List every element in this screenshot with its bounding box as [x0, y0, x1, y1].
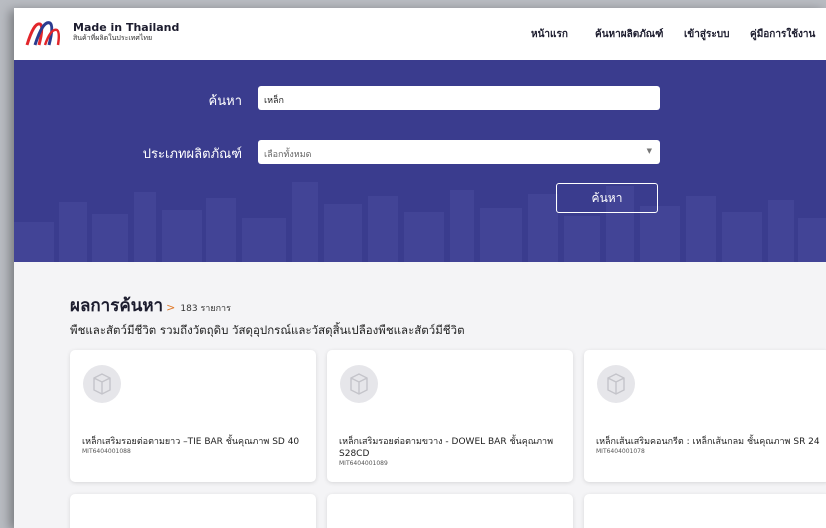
- keyword-input[interactable]: เหล็ก: [258, 86, 660, 110]
- keyword-label: ค้นหา: [208, 94, 242, 109]
- results-title: ผลการค้นหา: [70, 296, 164, 316]
- nav-home[interactable]: หน้าแรก: [531, 27, 568, 42]
- product-type-select[interactable]: เลือกทั้งหมด ▼: [258, 140, 660, 164]
- product-placeholder-icon: [83, 365, 121, 403]
- results-section: ผลการค้นหา > 183 รายการ พืชและสัตว์มีชีวิ…: [14, 262, 826, 528]
- product-placeholder-icon: [597, 365, 635, 403]
- product-card-text: เหล็กเสริมรอยต่อตามยาว –TIE BAR ชั้นคุณภ…: [82, 436, 308, 456]
- brand-text: Made in Thailand สินค้าที่ผลิตในประเทศไท…: [73, 22, 179, 43]
- nav-user-manual[interactable]: คู่มือการใช้งาน: [750, 27, 815, 42]
- search-hero: ค้นหา เหล็ก ประเภทผลิตภัณฑ์ เลือกทั้งหมด…: [14, 60, 826, 262]
- product-code: MIT6404001089: [339, 460, 388, 467]
- made-in-thailand-logo[interactable]: [25, 18, 61, 46]
- results-count: 183 รายการ: [180, 304, 231, 314]
- results-category: พืชและสัตว์มีชีวิต รวมถึงวัตถุดิบ วัสดุอ…: [70, 323, 465, 337]
- product-code: MIT6404001088: [82, 448, 131, 455]
- product-name: เหล็กเส้นเสริมคอนกรีต : เหล็กเส้นกลม ชั้…: [596, 437, 820, 447]
- nav-login[interactable]: เข้าสู่ระบบ: [684, 27, 729, 42]
- product-name: เหล็กเสริมรอยต่อตามขวาง - DOWEL BAR ชั้น…: [339, 437, 553, 459]
- product-card[interactable]: เหล็กเส้นเสริมคอนกรีต : เหล็กเส้นกลม ชั้…: [584, 350, 826, 482]
- product-card-partial[interactable]: [327, 494, 573, 528]
- product-card-partial[interactable]: [70, 494, 316, 528]
- product-name: เหล็กเสริมรอยต่อตามยาว –TIE BAR ชั้นคุณภ…: [82, 437, 300, 447]
- chevron-right-icon: >: [166, 301, 176, 314]
- site-header: Made in Thailand สินค้าที่ผลิตในประเทศไท…: [14, 8, 826, 60]
- brand-subtitle: สินค้าที่ผลิตในประเทศไทย: [73, 34, 153, 42]
- results-heading: ผลการค้นหา > 183 รายการ: [70, 292, 231, 319]
- chevron-down-icon: ▼: [646, 147, 652, 155]
- product-type-value: เลือกทั้งหมด: [264, 150, 312, 160]
- product-code: MIT6404001078: [596, 448, 645, 455]
- product-card[interactable]: เหล็กเสริมรอยต่อตามยาว –TIE BAR ชั้นคุณภ…: [70, 350, 316, 482]
- brand-title: Made in Thailand: [73, 21, 180, 34]
- product-type-label: ประเภทผลิตภัณฑ์: [142, 147, 242, 162]
- browser-page: Made in Thailand สินค้าที่ผลิตในประเทศไท…: [14, 8, 826, 528]
- search-button[interactable]: ค้นหา: [556, 183, 658, 213]
- product-card-text: เหล็กเส้นเสริมคอนกรีต : เหล็กเส้นกลม ชั้…: [596, 436, 822, 456]
- product-card-text: เหล็กเสริมรอยต่อตามขวาง - DOWEL BAR ชั้น…: [339, 436, 565, 468]
- city-skyline-background: [14, 182, 826, 262]
- product-placeholder-icon: [340, 365, 378, 403]
- product-card-partial[interactable]: [584, 494, 826, 528]
- nav-search-products[interactable]: ค้นหาผลิตภัณฑ์: [595, 27, 663, 42]
- product-card[interactable]: เหล็กเสริมรอยต่อตามขวาง - DOWEL BAR ชั้น…: [327, 350, 573, 482]
